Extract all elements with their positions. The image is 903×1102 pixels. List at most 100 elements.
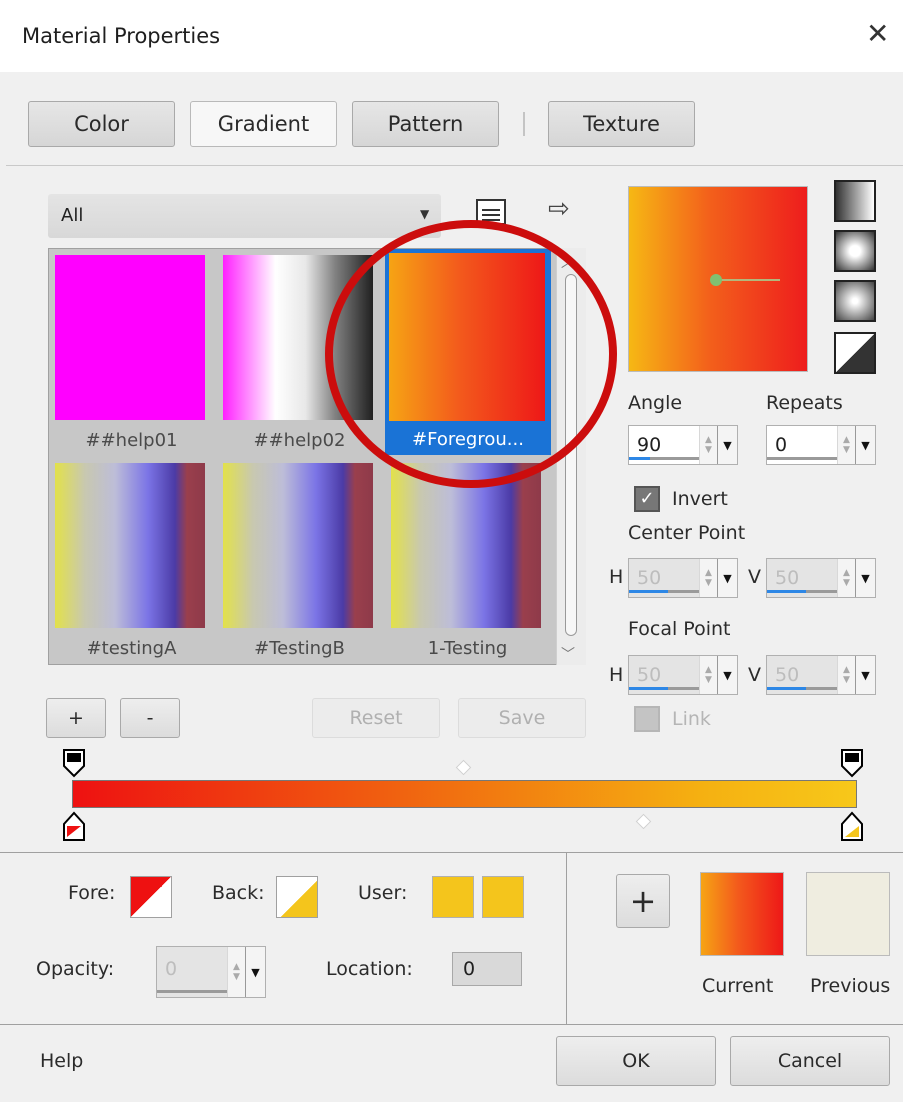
chevron-down-icon[interactable]: ▼ [855, 426, 875, 464]
add-to-swatches-button[interactable]: + [616, 874, 670, 928]
tab-texture[interactable]: Texture [548, 101, 695, 147]
gallery-item-label: #testingA [86, 638, 177, 659]
remove-gradient-button[interactable]: - [120, 698, 180, 738]
focal-h-field[interactable]: 50 ▲ ▼ ▼ [628, 655, 738, 695]
opacity-stepper[interactable]: ▲ ▼ [227, 947, 245, 997]
focal-v-value: 50 [775, 664, 800, 686]
location-field[interactable]: 0 [452, 952, 522, 986]
focal-v-stepper[interactable]: ▲ ▼ [837, 656, 855, 694]
gradient-bar[interactable] [72, 780, 857, 808]
fore-label: Fore: [68, 882, 116, 904]
center-h-value: 50 [637, 567, 662, 589]
opacity-label: Opacity: [36, 958, 115, 980]
center-v-field[interactable]: 50 ▲ ▼ ▼ [766, 558, 876, 598]
chevron-down-icon[interactable]: ▼ [717, 426, 737, 464]
chevron-down-icon: ▼ [420, 207, 430, 221]
repeats-value: 0 [775, 434, 788, 456]
focal-v-label: V [748, 664, 761, 686]
focal-h-label: H [609, 664, 624, 686]
window-title: Material Properties [22, 24, 221, 48]
angle-field[interactable]: 90 ▲ ▼ ▼ [628, 425, 738, 465]
chevron-down-icon[interactable]: ▼ [717, 656, 737, 694]
opacity-midpoint-diamond[interactable] [455, 759, 472, 776]
rectangular-style-icon[interactable] [834, 230, 876, 272]
gradient-swatch [55, 255, 205, 420]
add-gradient-button[interactable]: + [46, 698, 106, 738]
focal-h-value: 50 [637, 664, 662, 686]
fore-color-swatch[interactable] [130, 876, 172, 918]
opacity-field[interactable]: 0 ▲ ▼ ▼ [156, 946, 266, 998]
opacity-value: 0 [165, 958, 178, 980]
reset-button[interactable]: Reset [312, 698, 440, 738]
angle-line [718, 279, 780, 281]
back-color-swatch[interactable] [276, 876, 318, 918]
angle-stepper[interactable]: ▲ ▼ [699, 426, 717, 464]
radial-style-icon[interactable] [834, 280, 876, 322]
arrow-right-icon[interactable]: ⇨ [548, 196, 570, 222]
chevron-down-icon[interactable]: ▼ [855, 559, 875, 597]
color-midpoint-diamond[interactable] [635, 813, 652, 830]
link-label: Link [672, 708, 711, 730]
ok-button[interactable]: OK [556, 1036, 716, 1086]
tab-gradient[interactable]: Gradient [190, 101, 337, 147]
gallery-item-label: 1-Testing [427, 638, 508, 659]
current-swatch[interactable] [700, 872, 784, 956]
save-button[interactable]: Save [458, 698, 586, 738]
chevron-down-icon[interactable]: ▼ [717, 559, 737, 597]
center-h-field[interactable]: 50 ▲ ▼ ▼ [628, 558, 738, 598]
close-icon[interactable]: ✕ [866, 20, 889, 48]
help-link[interactable]: Help [40, 1050, 83, 1072]
user-color-swatch-2[interactable] [482, 876, 524, 918]
center-h-stepper[interactable]: ▲ ▼ [699, 559, 717, 597]
cancel-button[interactable]: Cancel [730, 1036, 890, 1086]
link-checkbox[interactable] [634, 706, 660, 732]
focal-point-label: Focal Point [628, 618, 731, 640]
invert-checkbox[interactable]: ✓ [634, 486, 660, 512]
gallery-item-label: ##help01 [85, 430, 178, 451]
sunburst-style-icon[interactable] [834, 332, 876, 374]
back-label: Back: [212, 882, 265, 904]
center-point-handle[interactable] [710, 274, 722, 286]
linear-style-icon[interactable] [834, 180, 876, 222]
user-color-swatch-1[interactable] [432, 876, 474, 918]
center-v-label: V [748, 566, 761, 588]
gallery-item[interactable] [51, 459, 209, 631]
color-stop-marker-left[interactable] [62, 810, 86, 842]
center-v-value: 50 [775, 567, 800, 589]
gradient-swatch [55, 463, 205, 628]
repeats-label: Repeats [766, 392, 843, 414]
chevron-down-icon[interactable]: ▼ [245, 947, 265, 997]
divider [0, 1024, 903, 1025]
highlight-circle [325, 220, 617, 488]
divider [0, 852, 903, 853]
gallery-item[interactable] [219, 459, 377, 631]
divider [566, 852, 567, 1024]
repeats-stepper[interactable]: ▲ ▼ [837, 426, 855, 464]
angle-label: Angle [628, 392, 683, 414]
gallery-item-label: #TestingB [254, 638, 345, 659]
color-stop-marker-right[interactable] [840, 810, 864, 842]
previous-label: Previous [810, 975, 891, 997]
previous-swatch[interactable] [806, 872, 890, 956]
tab-separator [523, 112, 525, 136]
opacity-stop-marker-right[interactable] [840, 748, 864, 778]
scroll-down-icon[interactable]: ﹀ [561, 644, 575, 664]
repeats-field[interactable]: 0 ▲ ▼ ▼ [766, 425, 876, 465]
focal-h-stepper[interactable]: ▲ ▼ [699, 656, 717, 694]
gradient-swatch [223, 463, 373, 628]
opacity-stop-marker-left[interactable] [62, 748, 86, 778]
gallery-item[interactable] [51, 251, 209, 423]
tab-pattern[interactable]: Pattern [352, 101, 499, 147]
center-point-label: Center Point [628, 522, 746, 544]
chevron-down-icon[interactable]: ▼ [855, 656, 875, 694]
tab-color[interactable]: Color [28, 101, 175, 147]
current-label: Current [702, 975, 774, 997]
location-label: Location: [326, 958, 413, 980]
focal-v-field[interactable]: 50 ▲ ▼ ▼ [766, 655, 876, 695]
category-dropdown[interactable]: All [48, 194, 441, 238]
angle-value: 90 [637, 434, 662, 456]
center-v-stepper[interactable]: ▲ ▼ [837, 559, 855, 597]
user-label: User: [358, 882, 408, 904]
invert-label: Invert [672, 488, 728, 510]
center-h-label: H [609, 566, 624, 588]
